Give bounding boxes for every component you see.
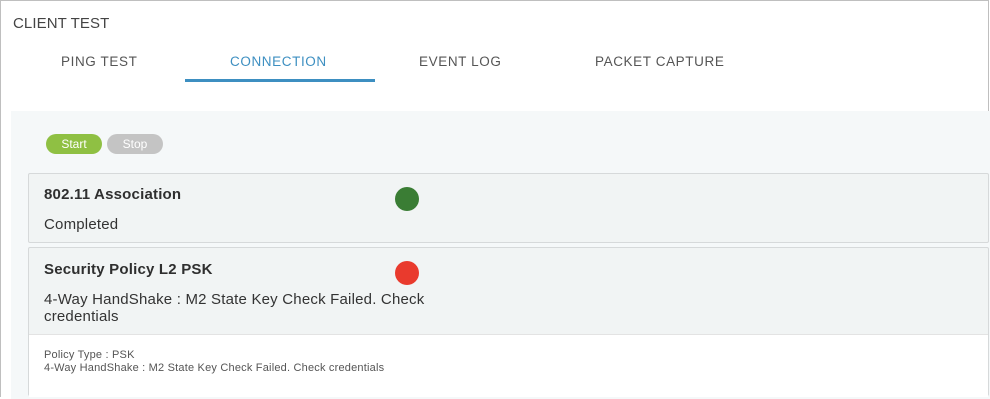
status-fail-indicator [395,261,419,285]
step-title: 802.11 Association [44,186,182,203]
step-status-text-line2: credentials [44,308,119,325]
start-button[interactable]: Start [46,134,102,154]
detail-handshake: 4-Way HandShake : M2 State Key Check Fai… [44,362,385,374]
client-test-window: CLIENT TEST PING TEST CONNECTION EVENT L… [0,0,990,399]
page-title: CLIENT TEST [13,15,110,32]
step-card-association: 802.11 Association Completed [28,173,989,243]
step-status-text: Completed [44,216,119,233]
status-ok-indicator [395,187,419,211]
stop-button[interactable]: Stop [107,134,163,154]
detail-policy-type: Policy Type : PSK [44,349,135,361]
tab-packet-capture[interactable]: PACKET CAPTURE [595,54,724,69]
step-card-security-policy: Security Policy L2 PSK 4-Way HandShake :… [28,247,989,397]
step-details: Policy Type : PSK 4-Way HandShake : M2 S… [29,334,988,397]
step-status-text-line1: 4-Way HandShake : M2 State Key Check Fai… [44,291,425,308]
active-tab-indicator [185,79,375,82]
tab-event-log[interactable]: EVENT LOG [419,54,501,69]
step-title: Security Policy L2 PSK [44,261,213,278]
tab-bar: PING TEST CONNECTION EVENT LOG PACKET CA… [1,49,988,83]
tab-connection[interactable]: CONNECTION [230,54,327,69]
tab-ping-test[interactable]: PING TEST [61,54,137,69]
